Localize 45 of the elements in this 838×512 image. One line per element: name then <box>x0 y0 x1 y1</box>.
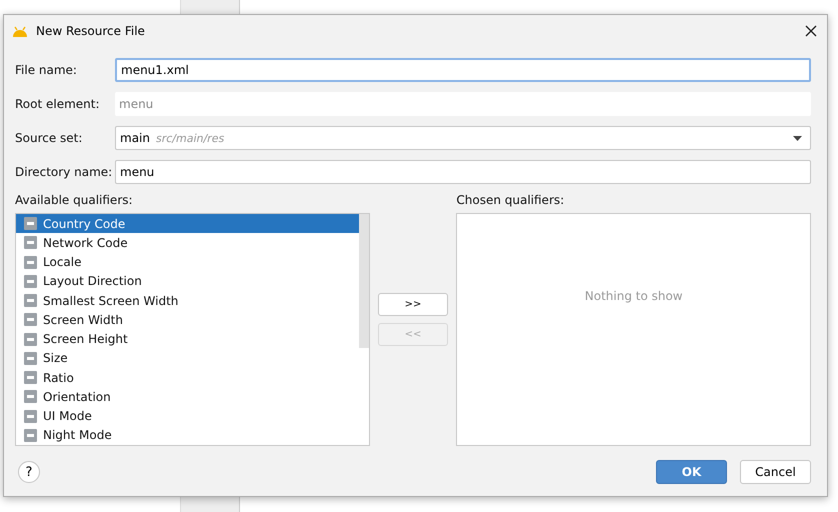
scrollbar-thumb[interactable] <box>358 214 369 348</box>
tile-icon <box>24 332 37 346</box>
list-item[interactable]: Network Code <box>16 233 359 252</box>
window-title: New Resource File <box>36 24 146 38</box>
android-logo-icon <box>12 26 28 36</box>
help-button[interactable]: ? <box>18 461 40 483</box>
tile-icon <box>24 274 37 288</box>
input-field: menu <box>115 92 811 116</box>
tile-icon <box>24 256 37 269</box>
list-item[interactable]: Size <box>16 348 359 368</box>
field-label: Source set: <box>15 131 84 145</box>
close-icon <box>803 23 819 39</box>
caret-icon <box>793 136 802 140</box>
list-item[interactable]: Country Code <box>16 214 359 234</box>
section-label: Available qualifiers: <box>15 193 134 209</box>
list-item[interactable]: Ratio <box>16 368 359 388</box>
dropdown-field[interactable]: main src/main/res <box>115 126 811 150</box>
tile-icon <box>24 313 37 326</box>
field-label: File name: <box>15 63 78 77</box>
list-item[interactable]: Night Mode <box>16 426 359 445</box>
list-item[interactable]: Smallest Screen Width <box>16 291 359 310</box>
section-label: Chosen qualifiers: <box>456 193 566 209</box>
input-field[interactable]: menu1.xml <box>115 58 811 82</box>
close-button[interactable] <box>803 23 819 39</box>
tile-icon <box>24 390 37 404</box>
list-item[interactable]: Locale <box>16 252 359 272</box>
dialog-button[interactable]: Cancel <box>740 460 811 484</box>
list-item[interactable]: UI Mode <box>16 406 359 426</box>
tile-icon <box>24 410 37 423</box>
empty-message: Nothing to show <box>584 288 683 302</box>
tile-icon <box>24 236 37 250</box>
list-item[interactable]: Screen Height <box>16 330 359 349</box>
tile-icon <box>24 217 37 230</box>
dialog-button[interactable]: OK <box>656 460 727 484</box>
list-item[interactable]: Screen Width <box>16 310 359 330</box>
tile-icon <box>24 352 37 365</box>
field-label: Directory name: <box>15 165 114 179</box>
move-button[interactable]: >> <box>378 293 448 316</box>
tile-icon <box>24 428 37 442</box>
field-label: Root element: <box>15 97 101 111</box>
tile-icon <box>24 371 37 384</box>
input-field[interactable]: menu <box>115 160 811 184</box>
list-item[interactable]: Layout Direction <box>16 272 359 291</box>
tile-icon <box>24 294 37 308</box>
list-item[interactable]: Orientation <box>16 387 359 406</box>
